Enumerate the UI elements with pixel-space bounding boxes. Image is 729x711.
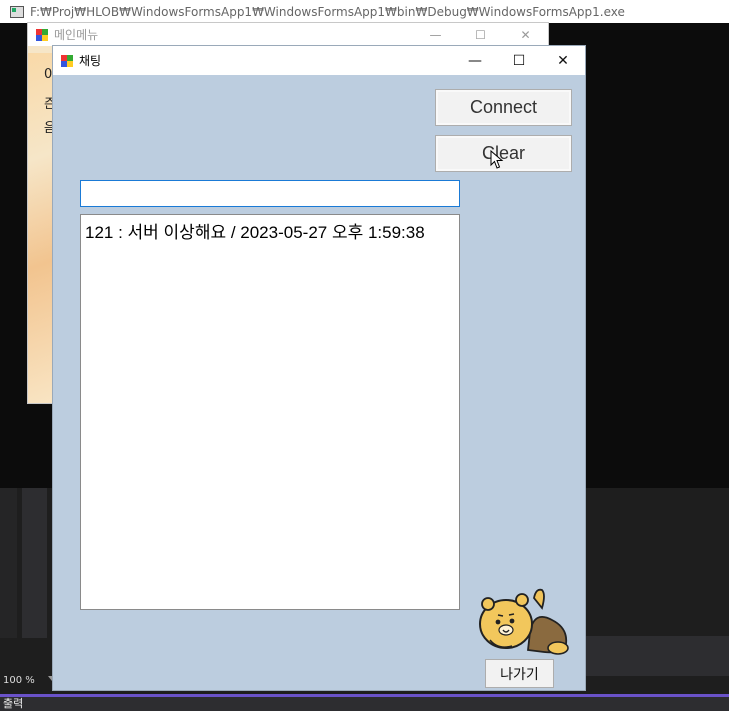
list-item[interactable]: 121 : 서버 이상해요 / 2023-05-27 오후 1:59:38 bbox=[85, 218, 455, 243]
output-tab-label: 출력 bbox=[3, 697, 24, 710]
maximize-button[interactable]: ☐ bbox=[497, 46, 541, 75]
console-app-icon bbox=[10, 5, 24, 18]
connect-button[interactable]: Connect bbox=[435, 89, 572, 126]
zoom-level[interactable]: 100 % bbox=[3, 675, 35, 686]
exit-button[interactable]: 나가기 bbox=[485, 659, 554, 688]
chat-titlebar[interactable]: 채팅 — ☐ ✕ bbox=[53, 46, 585, 75]
message-input[interactable] bbox=[80, 180, 460, 207]
bear-mascot-image bbox=[479, 588, 569, 655]
close-button[interactable]: ✕ bbox=[503, 23, 548, 46]
main-menu-title: 메인메뉴 bbox=[54, 28, 99, 42]
console-titlebar[interactable]: F:₩Proj₩HLOB₩WindowsFormsApp1₩WindowsFor… bbox=[0, 0, 729, 23]
message-list[interactable]: 121 : 서버 이상해요 / 2023-05-27 오후 1:59:38 bbox=[80, 214, 460, 610]
main-menu-titlebar[interactable]: 메인메뉴 — ☐ ✕ bbox=[28, 23, 548, 46]
app-icon bbox=[61, 54, 73, 67]
console-title: F:₩Proj₩HLOB₩WindowsFormsApp1₩WindowsFor… bbox=[30, 4, 625, 19]
chat-window: 채팅 — ☐ ✕ Connect Clear 121 : 서버 이상해요 / 2… bbox=[52, 45, 586, 691]
output-tab[interactable]: 출력 bbox=[0, 697, 729, 711]
chat-title: 채팅 bbox=[79, 54, 102, 68]
minimize-button[interactable]: — bbox=[453, 46, 497, 75]
close-button[interactable]: ✕ bbox=[541, 46, 585, 75]
minimize-button[interactable]: — bbox=[413, 23, 458, 46]
mouse-cursor-icon bbox=[490, 150, 504, 169]
app-icon bbox=[36, 28, 48, 41]
maximize-button[interactable]: ☐ bbox=[458, 23, 503, 46]
